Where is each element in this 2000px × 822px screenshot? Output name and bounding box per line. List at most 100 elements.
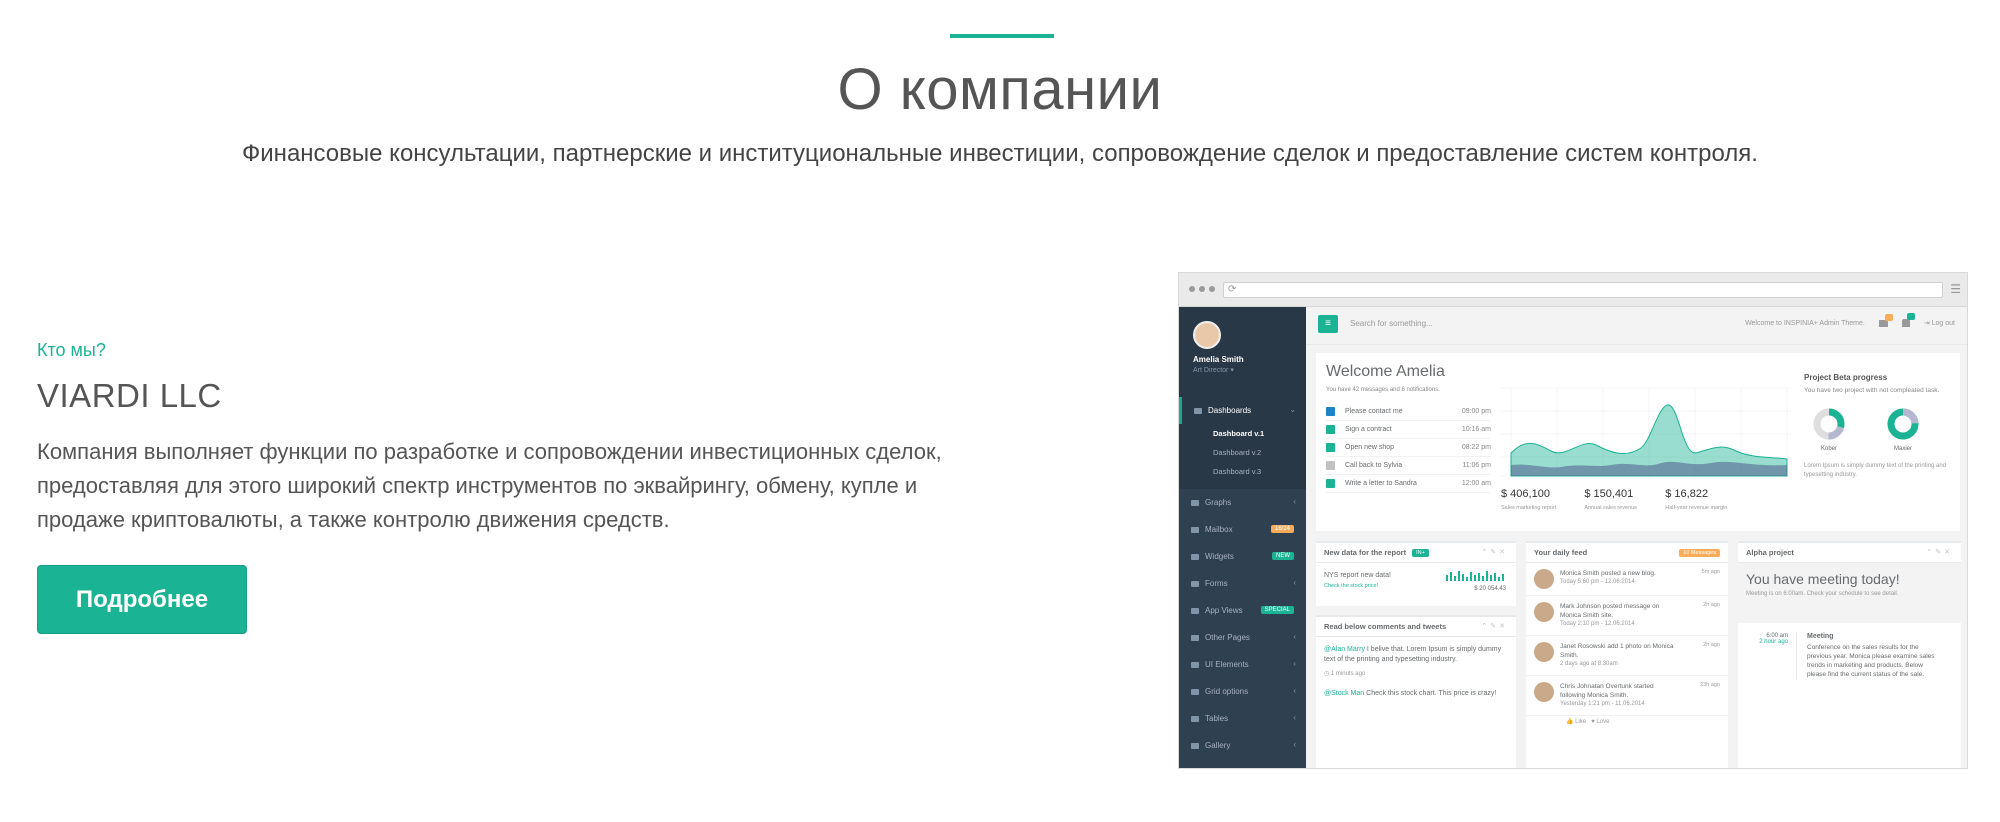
company-name: VIARDI LLC <box>37 377 222 414</box>
mock-nav-label: App Views <box>1205 606 1243 615</box>
mock-nav-item: Mailbox 16/24 <box>1179 516 1306 543</box>
comment-text: Check this stock chart. This price is cr… <box>1366 690 1497 697</box>
chevron-left-icon: ‹ <box>1293 713 1296 722</box>
files-icon <box>1191 634 1199 641</box>
feed-item: Janet Rosowski add 1 photo on Monica Smi… <box>1526 636 1728 676</box>
mock-welcome-sub: You have 42 messages and 6 notifications… <box>1326 387 1440 393</box>
refresh-icon: ⟳ <box>1228 284 1237 295</box>
task-time: 10:16 am <box>1461 426 1491 433</box>
mock-welcome-text: Welcome to INSPINIA+ Admin Theme. <box>1745 319 1865 327</box>
mock-nav-dashboards: Dashboards ⌄ <box>1179 397 1306 424</box>
widget-title: Alpha project <box>1746 548 1794 557</box>
mock-nav-item: Other Pages ‹ <box>1179 624 1306 651</box>
widget-tools-icon: ⌃✎✕ <box>1481 623 1508 630</box>
mock-task: Please contact me 09:00 pm <box>1326 403 1491 421</box>
mock-nav-label: Mailbox <box>1205 525 1233 534</box>
mock-task: Sign a contract 10:16 am <box>1326 421 1491 439</box>
avatar <box>1534 642 1554 662</box>
about-section: Кто мы? VIARDI LLC Компания выполняет фу… <box>37 340 997 634</box>
stat-label: Half-year revenue margin <box>1665 505 1728 511</box>
mock-nav-label: Widgets <box>1205 552 1234 561</box>
mock-nav-item: Gallery ‹ <box>1179 732 1306 759</box>
feed-time: 5m ago <box>1701 569 1720 575</box>
window-dots <box>1189 286 1215 292</box>
checkbox-icon <box>1326 461 1335 470</box>
more-button[interactable]: Подробнее <box>37 565 247 634</box>
checkbox-icon <box>1326 443 1335 452</box>
task-time: 11:06 pm <box>1462 462 1491 469</box>
mock-subnav-item: Dashboard v.1 <box>1179 424 1306 443</box>
feed-text: Janet Rosowski add 1 photo on Monica Smi… <box>1560 643 1674 659</box>
mock-nav-label: Other Pages <box>1205 633 1250 642</box>
avatar <box>1534 569 1554 589</box>
mock-profile: Amelia Smith Art Director ▾ <box>1179 307 1306 397</box>
mock-logout: ⇥ Log out <box>1923 320 1955 327</box>
picture-icon <box>1191 742 1199 749</box>
mock-beta-progress: Project Beta progress You have two proje… <box>1804 373 1954 480</box>
mock-subnav-item: Dashboard v.3 <box>1179 462 1306 481</box>
alpha-headline: You have meeting today! <box>1746 571 1900 587</box>
stat-value: $ 16,822 <box>1665 488 1709 500</box>
feed-time: 23h ago <box>1700 682 1720 688</box>
mock-task: Write a letter to Sandra 12:00 am <box>1326 475 1491 493</box>
chevron-left-icon: ‹ <box>1293 686 1296 695</box>
sparkline-icon <box>1446 571 1504 581</box>
mock-subnav-item: Dashboard v.2 <box>1179 443 1306 462</box>
feed-date: Yesterday 1:21 pm - 11.06.2014 <box>1560 701 1645 707</box>
feed-date: 2 days ago at 8:30am <box>1560 661 1618 667</box>
mock-nav-label: Gallery <box>1205 741 1231 750</box>
donut-label: Kober <box>1820 446 1837 452</box>
chevron-down-icon: ⌄ <box>1289 405 1296 414</box>
address-bar: ⟳ <box>1223 282 1943 298</box>
company-description: Компания выполняет функции по разработке… <box>37 439 942 532</box>
mock-feed-widget: Your daily feed 10 Messages Monica Smith … <box>1526 541 1728 768</box>
stat-value: $ 406,100 <box>1501 488 1550 500</box>
beta-desc: You have two project with not compleated… <box>1804 387 1940 394</box>
feed-item: Mark Johnson posted message on Monica Sm… <box>1526 596 1728 636</box>
mock-topbar: ≡ Search for something... Welcome to INS… <box>1306 307 1967 345</box>
feed-time: 2h ago <box>1703 602 1720 608</box>
feed-actions: 👍 Like ♥ Love <box>1566 719 1610 725</box>
mock-nav-label: Tables <box>1205 714 1229 723</box>
donut-kober <box>1813 408 1845 440</box>
meeting-text: Conference on the sales results for the … <box>1807 644 1935 678</box>
checkbox-icon <box>1326 407 1335 416</box>
report-value: $ 20 054.43 <box>1474 586 1506 592</box>
flask-icon <box>1191 661 1199 668</box>
mock-alpha-widget: Alpha project ⌃✎✕ You have meeting today!… <box>1738 541 1961 768</box>
browser-chrome: ⟳ ☰ <box>1179 273 1967 307</box>
widget-badge: 10 Messages <box>1679 548 1720 557</box>
stat-value: $ 150,401 <box>1584 488 1634 500</box>
beta-footer: Lorem Ipsum is simply dummy text of the … <box>1804 463 1947 478</box>
task-label: Please contact me <box>1345 408 1403 415</box>
comment-user: @Alan Marry <box>1324 646 1365 653</box>
checkbox-icon <box>1326 425 1335 434</box>
stat-label: Annual sales revenue <box>1584 505 1638 511</box>
beta-title: Project Beta progress <box>1804 373 1888 382</box>
mock-search: Search for something... <box>1350 319 1433 328</box>
meeting-title: Meeting <box>1807 633 1834 640</box>
stat-label: Sales marketing report <box>1501 505 1557 511</box>
mock-nav-item: Forms ‹ <box>1179 570 1306 597</box>
chevron-left-icon: ‹ <box>1293 632 1296 641</box>
mock-nav-label: Graphs <box>1205 498 1232 507</box>
table-icon <box>1191 715 1199 722</box>
alpha-sub: Meeting is on 6:00am. Check your schedul… <box>1746 591 1899 597</box>
title-accent-line <box>950 34 1054 38</box>
mock-task: Open new shop 08:22 pm <box>1326 439 1491 457</box>
donut-label: Maxier <box>1893 446 1912 452</box>
checkbox-icon <box>1326 479 1335 488</box>
mock-comments-widget: Read below comments and tweets ⌃✎✕ @Alan … <box>1316 615 1516 768</box>
desktop-icon <box>1191 607 1199 614</box>
chevron-left-icon: ‹ <box>1293 659 1296 668</box>
laptop-icon <box>1191 688 1199 695</box>
task-label: Call back to Sylvia <box>1345 462 1403 469</box>
hamburger-icon: ☰ <box>1950 282 1961 296</box>
feed-text: Chris Johnatan Overtunk started followin… <box>1560 683 1654 699</box>
feed-text: Monica Smith posted a new blog. <box>1560 570 1656 577</box>
avatar <box>1193 321 1221 349</box>
mock-nav-label: Dashboards <box>1208 406 1252 415</box>
widget-tools-icon: ⌃✎✕ <box>1926 549 1953 556</box>
mock-nav-item: Graphs ‹ <box>1179 489 1306 516</box>
mock-nav-item: Tables ‹ <box>1179 705 1306 732</box>
